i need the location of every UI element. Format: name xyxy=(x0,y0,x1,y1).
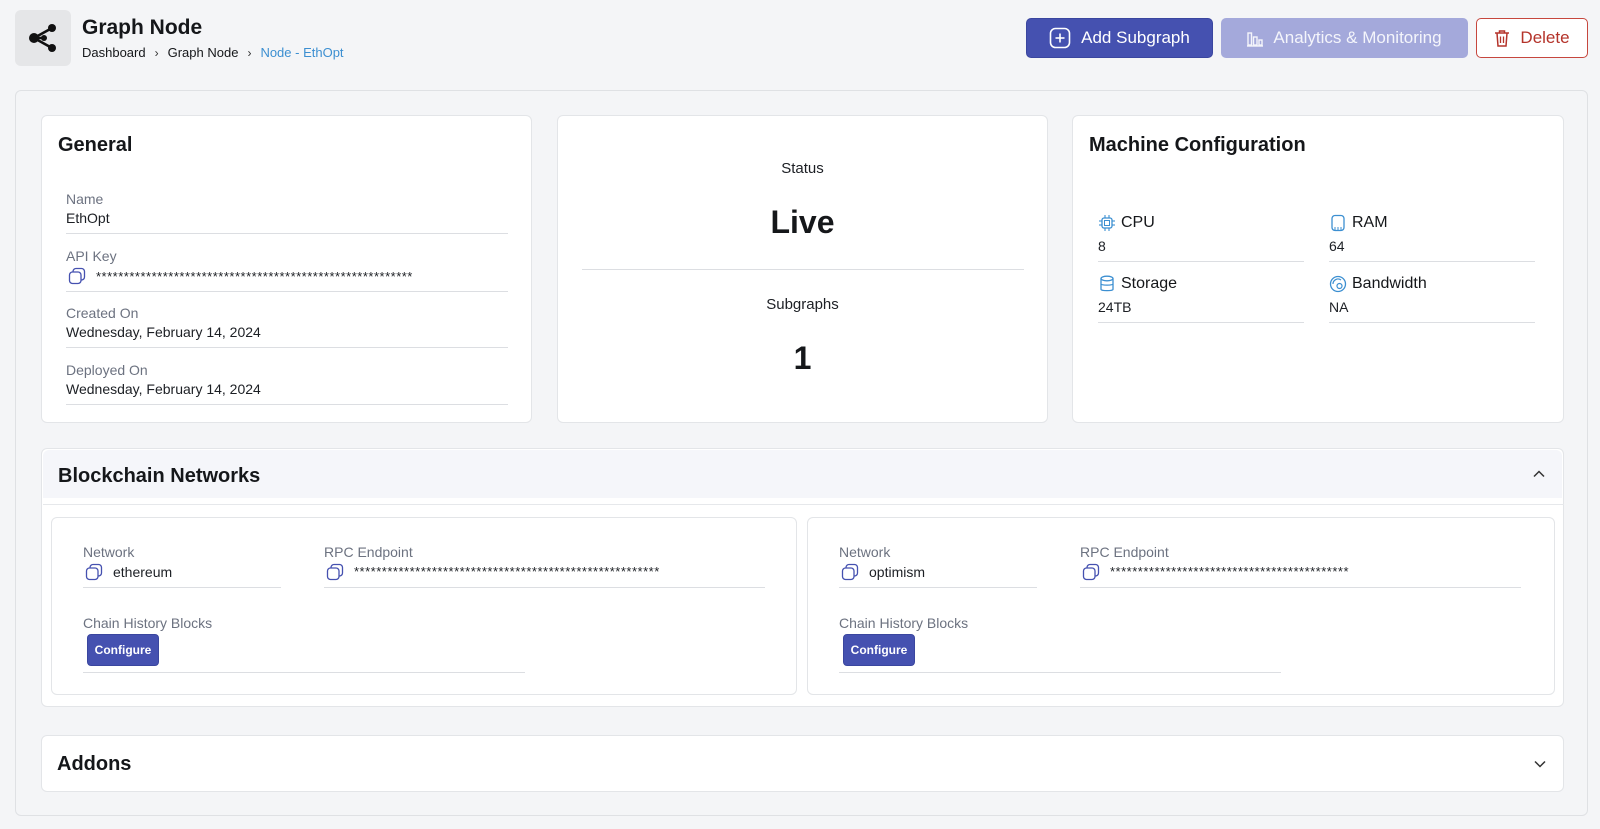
network-value: optimism xyxy=(869,564,926,580)
copy-api-key-icon[interactable] xyxy=(68,267,86,285)
analytics-monitoring-button[interactable]: Analytics & Monitoring xyxy=(1221,18,1468,58)
divider xyxy=(66,404,508,405)
cpu-value: 8 xyxy=(1098,238,1106,254)
graph-node-icon xyxy=(29,24,56,52)
delete-button[interactable]: Delete xyxy=(1476,18,1588,58)
divider xyxy=(83,587,281,588)
delete-label: Delete xyxy=(1520,28,1570,47)
blockchain-networks-title: Blockchain Networks xyxy=(58,465,261,487)
divider xyxy=(839,587,1037,588)
chain-history-label: Chain History Blocks xyxy=(839,615,969,631)
cpu-icon xyxy=(1099,215,1115,231)
divider xyxy=(324,587,765,588)
network-value: ethereum xyxy=(113,564,173,580)
subgraphs-count: 1 xyxy=(793,340,812,376)
add-subgraph-label: Add Subgraph xyxy=(1081,28,1190,47)
copy-network-icon[interactable] xyxy=(841,563,859,581)
name-label: Name xyxy=(66,191,104,207)
divider xyxy=(1329,322,1535,323)
bandwidth-label: Bandwidth xyxy=(1352,275,1427,292)
divider xyxy=(66,233,508,234)
general-card: General Name EthOpt API Key ************… xyxy=(41,115,532,423)
status-card: Status Live Subgraphs 1 xyxy=(557,115,1048,423)
divider xyxy=(66,347,508,348)
network-label: Network xyxy=(83,544,135,560)
api-key-value: ****************************************… xyxy=(96,269,413,284)
ram-label: RAM xyxy=(1352,214,1388,231)
subgraphs-label: Subgraphs xyxy=(766,296,839,313)
divider xyxy=(1098,322,1304,323)
breadcrumb-dashboard[interactable]: Dashboard xyxy=(82,45,146,60)
divider xyxy=(1329,261,1535,262)
copy-rpc-endpoint-icon[interactable] xyxy=(1082,563,1100,581)
trash-icon xyxy=(1495,30,1510,47)
configure-button[interactable]: Configure xyxy=(87,634,159,666)
bar-chart-icon xyxy=(1247,32,1264,47)
machine-configuration-title: Machine Configuration xyxy=(1089,134,1306,156)
blockchain-networks-header[interactable]: Blockchain Networks xyxy=(43,450,1562,498)
cpu-label: CPU xyxy=(1121,214,1155,231)
blockchain-networks-panel: Blockchain Networks Network ethereum RPC… xyxy=(41,448,1564,707)
created-on-label: Created On xyxy=(66,305,139,321)
general-title: General xyxy=(58,134,133,156)
main-container: General Name EthOpt API Key ************… xyxy=(15,90,1588,816)
deployed-on-value: Wednesday, February 14, 2024 xyxy=(66,381,261,397)
copy-rpc-endpoint-icon[interactable] xyxy=(326,563,344,581)
breadcrumb-separator-icon: › xyxy=(247,45,252,60)
status-value: Live xyxy=(770,204,835,240)
network-label: Network xyxy=(839,544,891,560)
storage-label: Storage xyxy=(1121,275,1178,292)
created-on-value: Wednesday, February 14, 2024 xyxy=(66,324,261,340)
deployed-on-label: Deployed On xyxy=(66,362,148,378)
breadcrumb-graph-node[interactable]: Graph Node xyxy=(168,45,239,60)
bandwidth-value: NA xyxy=(1329,299,1349,315)
add-subgraph-button[interactable]: Add Subgraph xyxy=(1026,18,1213,58)
rpc-endpoint-label: RPC Endpoint xyxy=(324,544,413,560)
divider xyxy=(66,291,508,292)
addons-title: Addons xyxy=(57,753,132,775)
divider xyxy=(582,269,1024,270)
name-value: EthOpt xyxy=(66,210,110,226)
divider xyxy=(1080,587,1521,588)
chain-history-label: Chain History Blocks xyxy=(83,615,213,631)
rpc-endpoint-label: RPC Endpoint xyxy=(1080,544,1169,560)
api-key-label: API Key xyxy=(66,248,117,264)
plus-square-icon xyxy=(1049,27,1071,49)
storage-icon xyxy=(1100,275,1114,292)
storage-value: 24TB xyxy=(1098,299,1132,315)
breadcrumb-current: Node - EthOpt xyxy=(260,45,344,60)
chevron-down-icon[interactable] xyxy=(1533,757,1547,771)
addons-panel[interactable]: Addons xyxy=(41,735,1564,792)
chevron-up-icon[interactable] xyxy=(1532,467,1546,481)
divider xyxy=(1098,261,1304,262)
divider xyxy=(43,504,1564,505)
bandwidth-icon xyxy=(1329,275,1347,293)
rpc-endpoint-value: ****************************************… xyxy=(1110,564,1350,579)
breadcrumb: Dashboard › Graph Node › Node - EthOpt xyxy=(82,45,344,60)
analytics-label: Analytics & Monitoring xyxy=(1273,28,1442,47)
app-logo xyxy=(15,10,71,66)
breadcrumb-separator-icon: › xyxy=(154,45,159,60)
ram-value: 64 xyxy=(1329,238,1345,254)
divider xyxy=(83,672,525,673)
ram-icon xyxy=(1331,214,1345,232)
network-card-optimism: Network optimism RPC Endpoint **********… xyxy=(807,517,1555,695)
page-title: Graph Node xyxy=(82,16,203,39)
rpc-endpoint-value: ****************************************… xyxy=(354,564,660,579)
divider xyxy=(839,672,1281,673)
copy-network-icon[interactable] xyxy=(85,563,103,581)
status-label: Status xyxy=(781,160,824,177)
network-card-ethereum: Network ethereum RPC Endpoint **********… xyxy=(51,517,797,695)
configure-button[interactable]: Configure xyxy=(843,634,915,666)
machine-configuration-card: Machine Configuration CPU 8 RAM 64 Stora… xyxy=(1072,115,1564,423)
